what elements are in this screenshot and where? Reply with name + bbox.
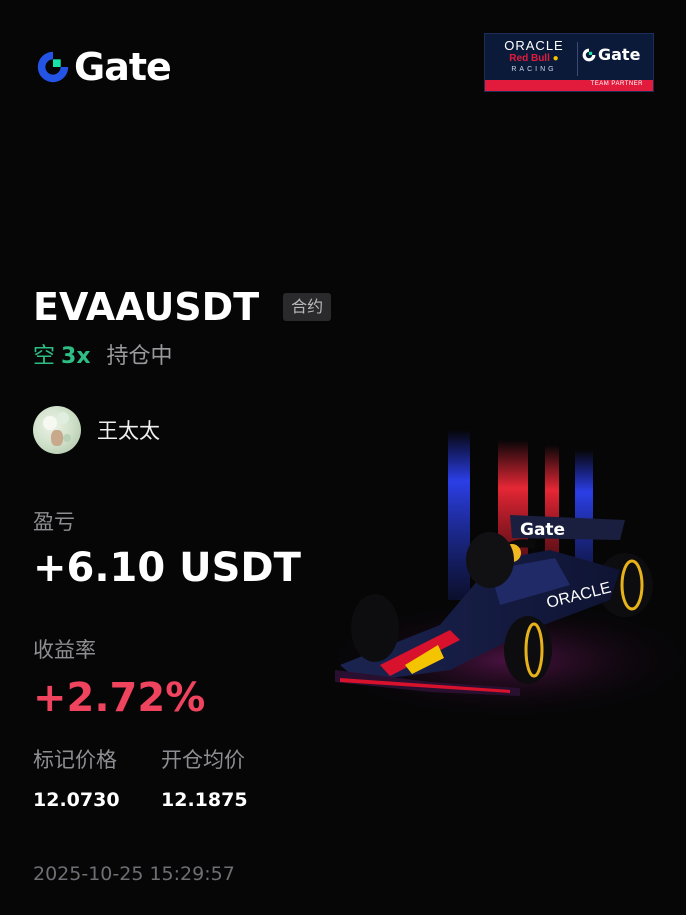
position-status: 持仓中 bbox=[106, 344, 173, 369]
gate-mini-icon bbox=[582, 48, 596, 61]
mark-price-value: 12.0730 bbox=[33, 789, 120, 811]
roi-label: 收益率 bbox=[33, 638, 96, 662]
gate-logo-text: Gate bbox=[74, 45, 172, 89]
racing-text: RACING bbox=[511, 66, 557, 73]
pnl-label: 盈亏 bbox=[33, 510, 75, 534]
leverage-label: 3x bbox=[61, 344, 91, 369]
f1-car-illustration: Gate ORACLE bbox=[320, 430, 686, 720]
partner-footer: TEAM PARTNER bbox=[485, 80, 653, 91]
rear-wing-gate-text: Gate bbox=[520, 520, 565, 540]
pair-row: EVAAUSDT 合约 bbox=[33, 284, 332, 330]
mark-price-label: 标记价格 bbox=[33, 748, 117, 772]
side-label: 空 bbox=[33, 344, 56, 369]
share-card: Gate ORACLE Red Bull ● RACING Gate TEAM … bbox=[0, 0, 686, 915]
wheel bbox=[504, 616, 552, 684]
redbull-text: Red Bull ● bbox=[509, 53, 559, 64]
gate-logo-icon bbox=[37, 51, 69, 83]
avatar bbox=[33, 406, 81, 454]
oracle-text: ORACLE bbox=[504, 38, 564, 53]
light-beam bbox=[448, 430, 470, 600]
oracle-redbull-racing-logo: ORACLE Red Bull ● RACING bbox=[493, 39, 575, 79]
position-info-row: 空 3x 持仓中 bbox=[33, 341, 173, 373]
partner-badge: ORACLE Red Bull ● RACING Gate TEAM PARTN… bbox=[484, 33, 654, 92]
pair-name: EVAAUSDT bbox=[33, 285, 260, 329]
pnl-value: +6.10 USDT bbox=[33, 545, 301, 591]
entry-price-block: 开仓均价 12.1875 bbox=[161, 744, 248, 812]
wheel bbox=[466, 532, 514, 588]
user-row: 王太太 bbox=[33, 406, 160, 454]
roi-value: +2.72% bbox=[33, 675, 206, 721]
entry-price-value: 12.1875 bbox=[161, 789, 248, 811]
gate-logo: Gate bbox=[34, 45, 172, 89]
mark-price-block: 标记价格 12.0730 bbox=[33, 744, 120, 812]
entry-price-label: 开仓均价 bbox=[161, 748, 245, 772]
user-name: 王太太 bbox=[97, 419, 160, 443]
wheel bbox=[351, 594, 399, 662]
partner-gate-logo: Gate bbox=[581, 45, 640, 64]
contract-tag: 合约 bbox=[283, 293, 332, 321]
timestamp: 2025-10-25 15:29:57 bbox=[33, 863, 235, 885]
partner-divider bbox=[577, 42, 578, 76]
